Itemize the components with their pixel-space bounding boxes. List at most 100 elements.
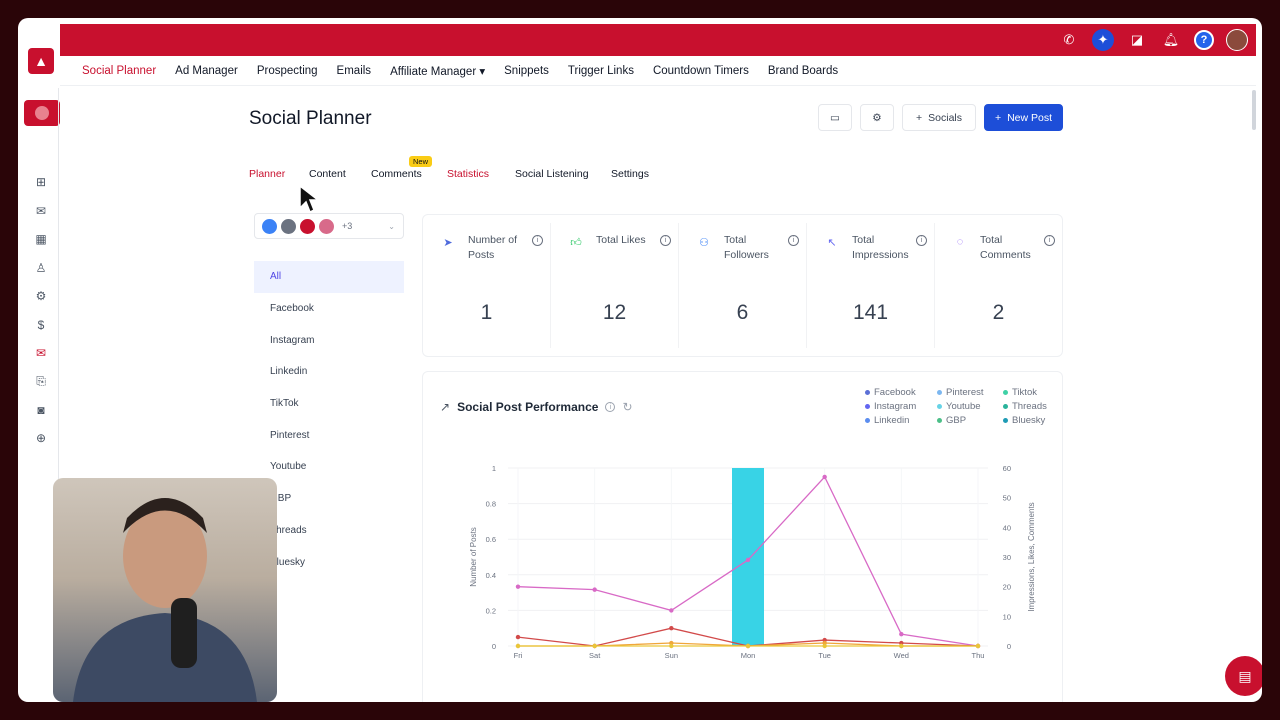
dashboard-icon[interactable]: ⊞: [33, 174, 49, 190]
series-point: [669, 608, 674, 613]
social-account-select[interactable]: +3 ⌄: [254, 213, 404, 239]
chat-widget-button[interactable]: ▤: [1225, 656, 1262, 696]
page-scrollbar[interactable]: [1252, 90, 1256, 130]
pointer-icon: ↖: [827, 236, 837, 249]
sidebar-divider: [58, 88, 59, 508]
x-tick-label: Fri: [514, 651, 523, 660]
contacts-icon[interactable]: ♙: [33, 260, 49, 276]
chat-icon: ▤: [1238, 667, 1252, 684]
y-tick-label-left: 0.8: [486, 500, 496, 509]
y-tick-label-right: 50: [1003, 494, 1011, 503]
nav-emails[interactable]: Emails: [337, 65, 372, 77]
platform-item-facebook[interactable]: Facebook: [254, 293, 404, 325]
stat-label: Number of Posts: [468, 234, 518, 261]
series-point: [899, 643, 904, 649]
y-tick-label-right: 0: [1007, 642, 1011, 651]
brand-logo[interactable]: ▲: [28, 48, 54, 74]
new-badge: New: [409, 156, 433, 167]
info-icon[interactable]: i: [532, 235, 543, 246]
marketing-icon[interactable]: ✉: [33, 345, 49, 361]
series-point: [822, 643, 827, 649]
account-avatar: [261, 217, 278, 235]
tab-comments[interactable]: Comments: [371, 168, 422, 180]
stats-summary-card: ➤ Number of Posts i 1 👍︎ Total Likes i 1…: [422, 214, 1063, 357]
new-post-button[interactable]: + New Post: [984, 104, 1063, 131]
info-icon[interactable]: i: [660, 235, 671, 246]
automation-icon[interactable]: ⎘: [33, 373, 49, 389]
stat-total-impressions: ↖ Total Impressions i 141: [807, 223, 935, 348]
x-tick-label: Sun: [665, 651, 678, 660]
y-tick-label-right: 40: [1003, 523, 1011, 532]
platform-item-instagram[interactable]: Instagram: [254, 324, 404, 356]
platform-item-pinterest[interactable]: Pinterest: [254, 419, 404, 451]
opportunities-icon[interactable]: ⚙: [33, 288, 49, 304]
tab-settings[interactable]: Settings: [611, 168, 649, 180]
account-avatar: [280, 217, 297, 235]
calendar-icon[interactable]: ▦: [33, 231, 49, 247]
series-point: [515, 634, 521, 640]
info-icon[interactable]: i: [1044, 235, 1055, 246]
y-tick-label-left: 0.6: [486, 535, 496, 544]
platform-item-tiktok[interactable]: TikTok: [254, 388, 404, 420]
presenter-silhouette: [73, 498, 257, 702]
nav-snippets[interactable]: Snippets: [504, 65, 549, 77]
tab-social-listening[interactable]: Social Listening: [515, 168, 589, 180]
info-icon[interactable]: i: [916, 235, 927, 246]
nav-prospecting[interactable]: Prospecting: [257, 65, 318, 77]
nav-ad-manager[interactable]: Ad Manager: [175, 65, 238, 77]
sites-icon[interactable]: ⊕: [33, 430, 49, 446]
y-axis-label-left: Number of Posts: [469, 527, 478, 587]
nav-social-planner[interactable]: Social Planner: [82, 65, 156, 77]
tab-content[interactable]: Content: [309, 168, 346, 180]
nav-brand-boards[interactable]: Brand Boards: [768, 65, 838, 77]
new-post-button-label: New Post: [1007, 111, 1053, 124]
platform-item-linkedin[interactable]: Linkedin: [254, 356, 404, 388]
location-switcher[interactable]: [24, 100, 60, 126]
avatar[interactable]: [1226, 29, 1248, 51]
inbox-icon[interactable]: ✉: [33, 203, 49, 219]
stat-total-followers: ⚇ Total Followers i 6: [679, 223, 807, 348]
help-icon[interactable]: ?: [1194, 30, 1214, 50]
x-tick-label: Mon: [741, 651, 756, 660]
series-point: [745, 643, 751, 649]
bell-icon[interactable]: 🔔︎: [1160, 29, 1182, 51]
stat-number-of-posts: ➤ Number of Posts i 1: [423, 223, 551, 348]
stat-label: Total Comments: [980, 234, 1031, 261]
plus-icon: +: [916, 111, 923, 124]
x-tick-label: Wed: [894, 651, 909, 660]
users-icon: ⚇: [699, 236, 709, 249]
platform-item-all[interactable]: All: [254, 261, 404, 293]
location-avatar: [35, 106, 49, 120]
x-tick-label: Thu: [972, 651, 985, 660]
feedback-button[interactable]: ▭: [818, 104, 852, 131]
bot-icon[interactable]: ◙: [33, 402, 49, 418]
mouse-cursor-icon: [299, 184, 320, 214]
y-tick-label-left: 0.2: [486, 606, 496, 615]
settings-button[interactable]: ⚙: [860, 104, 894, 131]
series-point: [515, 643, 521, 649]
megaphone-icon[interactable]: ◪: [1126, 29, 1148, 51]
stat-value: 141: [852, 301, 889, 324]
thumbs-up-icon: 👍︎: [570, 236, 582, 249]
payments-icon[interactable]: $: [33, 317, 49, 333]
socials-button[interactable]: + Socials: [902, 104, 976, 131]
tab-statistics[interactable]: Statistics: [447, 168, 489, 180]
presenter-webcam-overlay: [53, 478, 277, 702]
series-point: [592, 643, 597, 649]
comment-icon: ◌: [956, 236, 964, 248]
series-point: [745, 557, 751, 563]
nav-affiliate-manager[interactable]: Affiliate Manager ▾: [390, 64, 485, 78]
stat-total-comments: ◌ Total Comments i 2: [935, 223, 1062, 348]
magic-icon[interactable]: ✦: [1092, 29, 1114, 51]
info-icon[interactable]: i: [788, 235, 799, 246]
platform-item-youtube[interactable]: Youtube: [254, 451, 404, 483]
nav-trigger-links[interactable]: Trigger Links: [568, 65, 634, 77]
nav-affiliate-manager-label: Affiliate Manager: [390, 65, 477, 78]
account-avatar: [299, 217, 316, 235]
stat-total-likes: 👍︎ Total Likes i 12: [551, 223, 679, 348]
chevron-down-icon: ⌄: [388, 221, 395, 231]
tab-planner[interactable]: Planner: [249, 168, 285, 180]
phone-icon[interactable]: ✆: [1058, 29, 1080, 51]
nav-countdown-timers[interactable]: Countdown Timers: [653, 65, 749, 77]
chart-bar: [732, 468, 764, 646]
